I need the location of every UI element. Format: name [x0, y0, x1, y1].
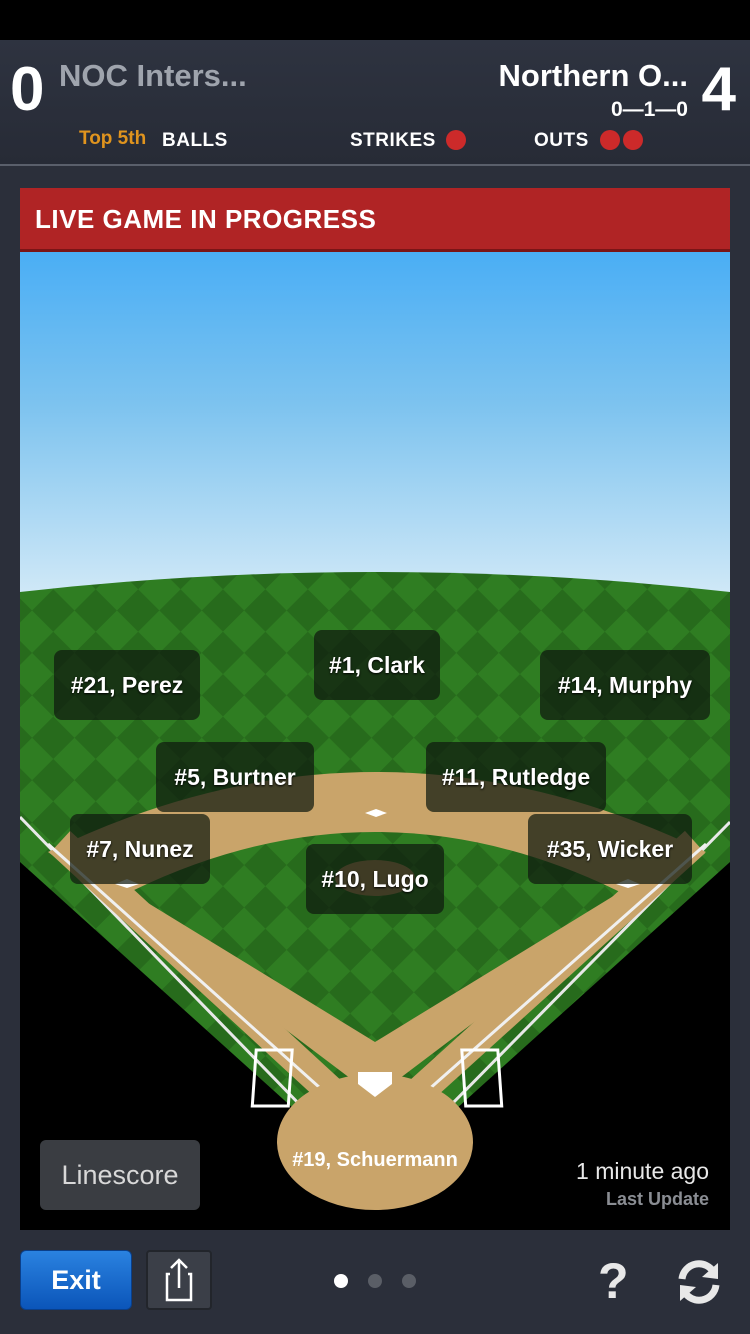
out-indicator	[600, 130, 620, 150]
live-banner: LIVE GAME IN PROGRESS	[20, 188, 730, 252]
player-right-field[interactable]: #14, Murphy	[540, 650, 710, 720]
player-left-field[interactable]: #21, Perez	[54, 650, 200, 720]
help-button[interactable]: ?	[598, 1252, 629, 1310]
baseball-field	[20, 572, 730, 1210]
scoreboard: 0 NOC Inters... Northern O... 4 0—1—0 To…	[0, 40, 750, 166]
status-bar	[0, 0, 750, 40]
player-first-base[interactable]: #35, Wicker	[528, 814, 692, 884]
share-icon	[165, 1258, 193, 1302]
refresh-icon[interactable]	[672, 1255, 726, 1309]
share-button[interactable]	[146, 1250, 212, 1310]
live-banner-text: LIVE GAME IN PROGRESS	[35, 204, 377, 234]
page-dot-active[interactable]	[334, 1274, 348, 1288]
strike-indicator	[446, 130, 466, 150]
home-team-name: Northern O...	[498, 58, 688, 93]
inning-indicator: Top 5th	[79, 128, 147, 149]
last-update-label: Last Update	[605, 1189, 709, 1209]
away-team-name: NOC Inters...	[59, 58, 247, 93]
home-score: 4	[701, 55, 736, 124]
out-indicator	[623, 130, 643, 150]
game-panel: LIVE GAME IN PROGRESS #21, Perez #1, Cla…	[20, 188, 730, 1230]
player-shortstop[interactable]: #5, Burtner	[156, 742, 314, 812]
player-batter[interactable]: #19, Schuermann	[266, 1149, 484, 1172]
pitch-count: 0—1—0	[610, 98, 688, 121]
last-update: 1 minute ago Last Update	[576, 1158, 709, 1210]
player-third-base[interactable]: #7, Nunez	[70, 814, 210, 884]
page-dot[interactable]	[402, 1274, 416, 1288]
balls-label: BALLS	[162, 130, 228, 151]
player-second-base[interactable]: #11, Rutledge	[426, 742, 606, 812]
strikes-label: STRIKES	[350, 130, 436, 151]
away-score: 0	[10, 55, 45, 124]
outs-label: OUTS	[534, 130, 589, 151]
player-center-field[interactable]: #1, Clark	[314, 630, 440, 700]
page-dot[interactable]	[368, 1274, 382, 1288]
player-pitcher[interactable]: #10, Lugo	[306, 844, 444, 914]
exit-button[interactable]: Exit	[20, 1250, 132, 1310]
linescore-button[interactable]: Linescore	[40, 1140, 200, 1210]
last-update-time: 1 minute ago	[576, 1158, 709, 1184]
